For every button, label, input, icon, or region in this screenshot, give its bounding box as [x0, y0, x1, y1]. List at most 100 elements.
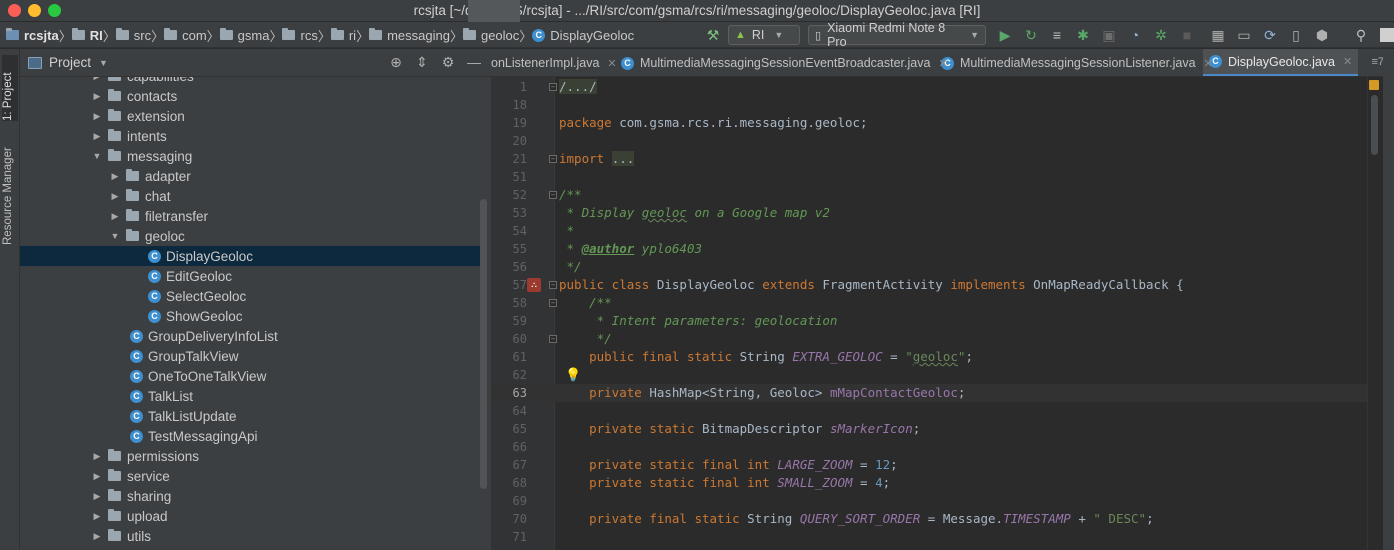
tree-item-onetoonetalkview[interactable]: C OneToOneTalkView [20, 366, 480, 386]
code-line[interactable]: 20 [491, 132, 1367, 150]
module-select[interactable]: ▲ RI ▼ [728, 25, 800, 45]
search-icon[interactable]: ⚲ [1353, 27, 1369, 43]
code-line[interactable]: 55 * @author yplo6403 [491, 240, 1367, 258]
code-line[interactable]: 51 [491, 168, 1367, 186]
fold-marker-icon[interactable]: − [549, 191, 557, 199]
tree-item-selectgeoloc[interactable]: C SelectGeoloc [20, 286, 480, 306]
breadcrumb-item-com[interactable]: com [164, 28, 207, 43]
device-select[interactable]: ▯ Xiaomi Redmi Note 8 Pro ▼ [808, 21, 986, 49]
fold-marker-icon[interactable]: − [549, 299, 557, 307]
attach-debugger-icon[interactable]: ✲ [1153, 27, 1169, 43]
hide-icon[interactable]: — [465, 54, 483, 71]
expand-right-icon[interactable]: ▶ [92, 77, 102, 82]
editor-tab[interactable]: C DisplayGeoloc.java ✕ [1203, 49, 1359, 76]
gutter-run-icon[interactable]: ⛬ [527, 278, 541, 292]
code-line[interactable]: 63 private HashMap<String, Geoloc> mMapC… [491, 384, 1367, 402]
expand-right-icon[interactable]: ▶ [110, 191, 120, 202]
fold-marker-icon[interactable]: − [549, 83, 557, 91]
tree-item-upload[interactable]: ▶ upload [20, 506, 480, 526]
expand-right-icon[interactable]: ▶ [92, 451, 102, 462]
tree-scrollbar[interactable] [480, 199, 487, 489]
code-line[interactable]: 54 * [491, 222, 1367, 240]
code-line[interactable]: 65 private static BitmapDescriptor sMark… [491, 420, 1367, 438]
code-line[interactable]: 53 * Display geoloc on a Google map v2 [491, 204, 1367, 222]
expand-right-icon[interactable]: ▶ [92, 531, 102, 542]
tree-item-geoloc[interactable]: ▼ geoloc [20, 226, 480, 246]
tab-resource-manager[interactable]: Resource Manager [2, 145, 18, 245]
tree-item-capabilities[interactable]: ▶ capabilities [20, 77, 480, 86]
code-line[interactable]: 52 −/** [491, 186, 1367, 204]
sync-gradle-icon[interactable]: ⟳ [1262, 27, 1278, 43]
code-line[interactable]: 70 private final static String QUERY_SOR… [491, 510, 1367, 528]
expand-right-icon[interactable]: ▶ [92, 491, 102, 502]
code-line[interactable]: 61 public final static String EXTRA_GEOL… [491, 348, 1367, 366]
expand-right-icon[interactable]: ▶ [92, 131, 102, 142]
code-line[interactable]: 71 [491, 528, 1367, 546]
debug-icon[interactable]: ✱ [1075, 27, 1091, 43]
breadcrumb-item-ri[interactable]: ri [330, 28, 356, 43]
code-line[interactable]: 57 − ⛬ public class DisplayGeoloc extends F… [491, 276, 1367, 294]
breadcrumb-item-messaging[interactable]: messaging [369, 28, 450, 43]
expand-right-icon[interactable]: ▶ [92, 471, 102, 482]
tab-project-tool[interactable]: 1: Project [2, 55, 18, 121]
expand-right-icon[interactable]: ▶ [92, 91, 102, 102]
code-line[interactable]: 19 package com.gsma.rcs.ri.messaging.geol… [491, 114, 1367, 132]
tree-item-filetransfer[interactable]: ▶ filetransfer [20, 206, 480, 226]
breadcrumb-item-gsma[interactable]: gsma [219, 28, 269, 43]
expand-down-icon[interactable]: ▼ [92, 151, 102, 161]
code-line[interactable]: 64 [491, 402, 1367, 420]
tree-item-utils[interactable]: ▶ utils [20, 526, 480, 546]
tree-item-grouptalkview[interactable]: C GroupTalkView [20, 346, 480, 366]
warning-icon[interactable] [1369, 80, 1379, 90]
project-view-select[interactable]: Project ▼ [28, 55, 108, 70]
tree-item-testmessagingapi[interactable]: C TestMessagingApi [20, 426, 480, 446]
device-manager-icon[interactable]: ▯ [1288, 27, 1304, 43]
tree-item-sharing[interactable]: ▶ sharing [20, 486, 480, 506]
run-icon[interactable]: ▶ [997, 27, 1013, 43]
tree-item-groupdeliveryinfolist[interactable]: C GroupDeliveryInfoList [20, 326, 480, 346]
tree-item-contacts[interactable]: ▶ contacts [20, 86, 480, 106]
code-editor[interactable]: 1−/.../18 19 package com.gsma.rcs.ri.messa… [491, 77, 1367, 550]
tree-item-permissions[interactable]: ▶ permissions [20, 446, 480, 466]
project-structure-icon[interactable]: ▦ [1210, 27, 1226, 43]
tree-item-displaygeoloc[interactable]: C DisplayGeoloc [20, 246, 480, 266]
tree-item-editgeoloc[interactable]: C EditGeoloc [20, 266, 480, 286]
breadcrumb-item-rcsjta[interactable]: rcsjta [6, 28, 59, 43]
expand-down-icon[interactable]: ▼ [110, 231, 120, 241]
fold-marker-icon[interactable]: − [549, 335, 557, 343]
code-line[interactable]: 66 [491, 438, 1367, 456]
tree-item-showgeoloc[interactable]: C ShowGeoloc [20, 306, 480, 326]
expand-right-icon[interactable]: ▶ [92, 511, 102, 522]
close-tab-icon[interactable]: ✕ [607, 57, 616, 70]
tree-item-messaging[interactable]: ▼ messaging [20, 146, 480, 166]
avatar[interactable] [1380, 28, 1394, 42]
apply-code-changes-icon[interactable]: ≡ [1049, 27, 1065, 43]
code-line[interactable]: 67 private static final int LARGE_ZOOM =… [491, 456, 1367, 474]
coverage-icon[interactable]: ▣ [1101, 27, 1117, 43]
editor-tab[interactable]: C MultimediaMessagingSessionEventBroadcas… [615, 49, 954, 76]
tree-item-intents[interactable]: ▶ intents [20, 126, 480, 146]
breadcrumb-item-geoloc[interactable]: geoloc [462, 28, 519, 43]
hammer-icon[interactable]: ⚒ [705, 27, 721, 43]
close-tab-icon[interactable]: ✕ [1204, 57, 1213, 70]
code-line[interactable]: 62 💡 [491, 366, 1367, 384]
breadcrumb-item-src[interactable]: src [115, 28, 151, 43]
tree-item-adapter[interactable]: ▶ adapter [20, 166, 480, 186]
fold-marker-icon[interactable]: − [549, 155, 557, 163]
code-line[interactable]: 21 − import ... [491, 150, 1367, 168]
breadcrumb-item-rcs[interactable]: rcs [282, 28, 318, 43]
code-line[interactable]: 69 [491, 492, 1367, 510]
sdk-manager-icon[interactable]: ⬢ [1314, 27, 1330, 43]
collapse-all-icon[interactable]: ⇕ [413, 54, 431, 71]
editor-scrollbar[interactable] [1371, 95, 1378, 155]
code-line[interactable]: 59 * Intent parameters: geolocation [491, 312, 1367, 330]
close-tab-icon[interactable]: ✕ [938, 57, 947, 70]
tree-item-extension[interactable]: ▶ extension [20, 106, 480, 126]
code-line[interactable]: 68 private static final int SMALL_ZOOM =… [491, 474, 1367, 492]
code-line[interactable]: 56 */ [491, 258, 1367, 276]
close-tab-icon[interactable]: ✕ [1343, 55, 1352, 68]
tree-item-service[interactable]: ▶ service [20, 466, 480, 486]
code-line[interactable]: 18 [491, 96, 1367, 114]
tree-item-talklist[interactable]: C TalkList [20, 386, 480, 406]
editor-tab[interactable]: C MultimediaMessagingSessionListener.java… [935, 49, 1219, 76]
